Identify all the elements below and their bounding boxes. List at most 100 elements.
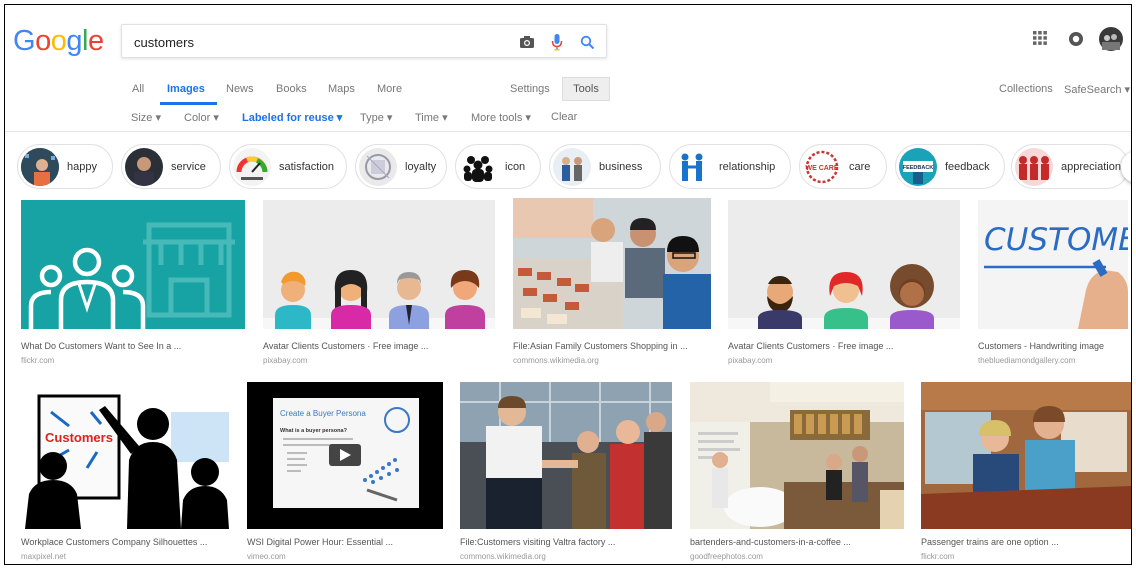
- avatar[interactable]: [1099, 27, 1123, 51]
- logo-letter: g: [66, 25, 82, 57]
- image-result[interactable]: Avatar Clients Customers · Free image ..…: [728, 200, 960, 370]
- result-source[interactable]: pixabay.com: [263, 356, 307, 365]
- search-box: [121, 24, 607, 58]
- feedback-badge-text: FEEDBACK: [903, 165, 934, 171]
- chip-label: service: [171, 160, 206, 173]
- image-result[interactable]: Customers Workplace Customers Company Si…: [21, 382, 229, 562]
- account-ring-icon[interactable]: [1068, 31, 1084, 47]
- result-title[interactable]: Passenger trains are one option ...: [921, 537, 1059, 547]
- image-result[interactable]: Avatar Clients Customers · Free image ..…: [263, 200, 495, 370]
- apps-grid-icon[interactable]: [1033, 31, 1047, 45]
- tab-more[interactable]: More: [377, 83, 402, 95]
- collections-link[interactable]: Collections: [999, 83, 1053, 95]
- chip-label: relationship: [719, 160, 776, 173]
- search-icon[interactable]: [578, 33, 596, 51]
- result-thumbnail[interactable]: [728, 200, 960, 329]
- tools-button[interactable]: Tools: [562, 77, 610, 101]
- result-thumbnail[interactable]: [21, 200, 245, 329]
- chip-label: care: [849, 160, 871, 173]
- chip-thumbnail: [359, 147, 397, 186]
- chip-appreciation[interactable]: appreciation: [1011, 144, 1129, 189]
- image-result[interactable]: bartenders-and-customers-in-a-coffee ...…: [690, 382, 906, 562]
- result-thumbnail[interactable]: [921, 382, 1131, 529]
- chip-label: appreciation: [1061, 160, 1121, 173]
- chip-thumbnail: FEEDBACK: [899, 147, 937, 186]
- result-title[interactable]: bartenders-and-customers-in-a-coffee ...: [690, 537, 851, 547]
- chip-thumbnail: [233, 147, 271, 186]
- result-thumbnail[interactable]: [513, 198, 711, 329]
- whiteboard-text: Customers: [45, 430, 113, 445]
- chip-business[interactable]: business: [549, 144, 661, 189]
- result-source[interactable]: flickr.com: [21, 356, 54, 365]
- result-title[interactable]: Avatar Clients Customers · Free image ..…: [728, 341, 893, 351]
- result-title[interactable]: What Do Customers Want to See In a ...: [21, 341, 181, 351]
- chip-label: happy: [67, 160, 97, 173]
- result-title[interactable]: Customers - Handwriting image: [978, 341, 1104, 351]
- result-thumbnail[interactable]: Create a Buyer Persona What is a buyer p…: [247, 382, 443, 529]
- result-title[interactable]: WSI Digital Power Hour: Essential ...: [247, 537, 393, 547]
- image-result[interactable]: Create a Buyer Persona What is a buyer p…: [247, 382, 443, 562]
- search-input[interactable]: [134, 32, 494, 52]
- result-thumbnail[interactable]: [460, 382, 672, 529]
- care-badge-text: WE CARE: [805, 165, 838, 172]
- image-result[interactable]: File:Asian Family Customers Shopping in …: [513, 198, 711, 370]
- image-result[interactable]: Passenger trains are one option ... flic…: [921, 382, 1131, 562]
- chip-relationship[interactable]: relationship: [669, 144, 791, 189]
- type-filter[interactable]: Type ▾: [360, 111, 392, 124]
- handwriting-text: CUSTOMERS: [984, 222, 1128, 258]
- chip-thumbnail: [1015, 147, 1053, 186]
- chip-icon[interactable]: icon: [455, 144, 541, 189]
- chip-satisfaction[interactable]: satisfaction: [229, 144, 347, 189]
- chip-feedback[interactable]: FEEDBACK feedback: [895, 144, 1005, 189]
- result-source[interactable]: pixabay.com: [728, 356, 772, 365]
- image-result[interactable]: File:Customers visiting Valtra factory .…: [460, 382, 674, 562]
- chip-service[interactable]: service: [121, 144, 221, 189]
- size-filter[interactable]: Size ▾: [131, 111, 161, 124]
- tab-books[interactable]: Books: [276, 83, 307, 95]
- active-tab-indicator: [160, 102, 217, 105]
- google-logo[interactable]: Google: [13, 25, 104, 58]
- time-filter[interactable]: Time ▾: [415, 111, 448, 124]
- chip-thumbnail: [673, 147, 711, 186]
- safesearch-menu[interactable]: SafeSearch ▾: [1064, 83, 1130, 96]
- microphone-icon[interactable]: [548, 33, 566, 51]
- chip-care[interactable]: WE CARE care: [799, 144, 887, 189]
- color-filter[interactable]: Color ▾: [184, 111, 219, 124]
- slide-title-text: Create a Buyer Persona: [280, 409, 366, 418]
- tab-maps[interactable]: Maps: [328, 83, 355, 95]
- more-tools-filter[interactable]: More tools ▾: [471, 111, 531, 124]
- chip-thumbnail: [553, 147, 591, 186]
- result-title[interactable]: File:Customers visiting Valtra factory .…: [460, 537, 615, 547]
- result-thumbnail[interactable]: CUSTOMERS: [978, 200, 1128, 329]
- result-source[interactable]: goodfreephotos.com: [690, 552, 763, 561]
- logo-letter: o: [35, 25, 51, 57]
- result-source[interactable]: vimeo.com: [247, 552, 286, 561]
- result-title[interactable]: Workplace Customers Company Silhouettes …: [21, 537, 207, 547]
- result-thumbnail[interactable]: [690, 382, 904, 529]
- settings-link[interactable]: Settings: [510, 83, 550, 95]
- result-title[interactable]: Avatar Clients Customers · Free image ..…: [263, 341, 428, 351]
- camera-icon[interactable]: [518, 33, 536, 51]
- chip-label: feedback: [945, 160, 990, 173]
- image-result[interactable]: What Do Customers Want to See In a ... f…: [21, 200, 245, 370]
- result-source[interactable]: commons.wikimedia.org: [460, 552, 546, 561]
- result-source[interactable]: maxpixel.net: [21, 552, 66, 561]
- result-source[interactable]: flickr.com: [921, 552, 954, 561]
- chip-thumbnail: [21, 147, 59, 186]
- chip-happy[interactable]: happy: [17, 144, 113, 189]
- logo-letter: o: [50, 25, 67, 57]
- result-title[interactable]: File:Asian Family Customers Shopping in …: [513, 341, 688, 351]
- clear-filters-link[interactable]: Clear: [551, 111, 577, 123]
- result-source[interactable]: thebluediamondgallery.com: [978, 356, 1075, 365]
- chip-loyalty[interactable]: loyalty: [355, 144, 447, 189]
- result-thumbnail[interactable]: Customers: [21, 382, 229, 529]
- result-thumbnail[interactable]: [263, 200, 495, 329]
- tab-news[interactable]: News: [226, 83, 254, 95]
- tab-all[interactable]: All: [132, 83, 144, 95]
- image-result[interactable]: CUSTOMERS Customers - Handwriting image …: [978, 200, 1131, 370]
- logo-letter: e: [87, 25, 104, 57]
- result-source[interactable]: commons.wikimedia.org: [513, 356, 599, 365]
- tab-images[interactable]: Images: [167, 83, 205, 95]
- chip-label: satisfaction: [279, 160, 335, 173]
- license-filter[interactable]: Labeled for reuse ▾: [242, 111, 342, 124]
